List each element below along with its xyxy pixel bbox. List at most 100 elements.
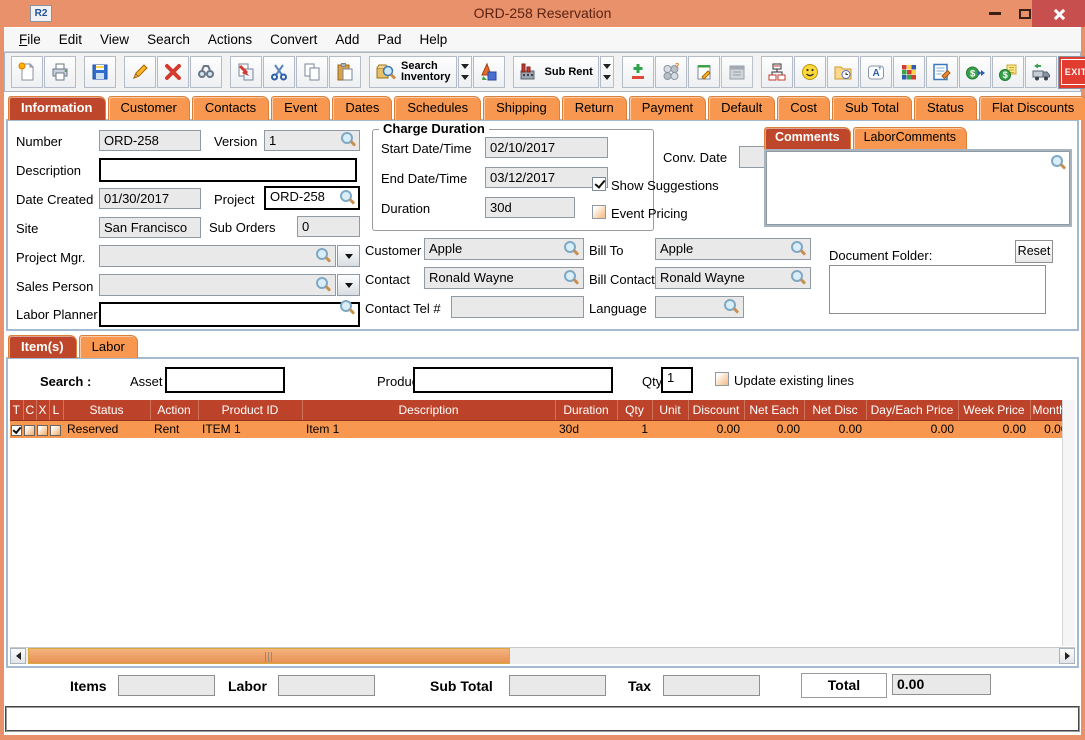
bill-contact-search-icon[interactable] <box>791 270 807 286</box>
menu-help[interactable]: Help <box>410 29 456 50</box>
menu-actions[interactable]: Actions <box>199 29 261 50</box>
transfer-button[interactable] <box>230 56 262 88</box>
duration-field[interactable]: 30d <box>485 197 575 218</box>
col-t[interactable]: T <box>10 400 23 420</box>
tab-labor[interactable]: Labor <box>79 335 138 358</box>
col-qty[interactable]: Qty <box>617 400 652 420</box>
product-input[interactable] <box>413 367 613 393</box>
version-search-icon[interactable] <box>341 132 357 148</box>
contact-field[interactable]: Ronald Wayne <box>424 267 584 289</box>
tab-return[interactable]: Return <box>562 96 627 120</box>
paste-button[interactable] <box>329 56 361 88</box>
sub-rent-dropdown[interactable] <box>600 56 614 88</box>
tab-sub-total[interactable]: Sub Total <box>832 96 912 120</box>
history-folder-button[interactable] <box>827 56 859 88</box>
send-invoice-button[interactable]: $ <box>959 56 991 88</box>
bill-to-search-icon[interactable] <box>791 241 807 257</box>
sales-person-search-icon[interactable] <box>316 277 332 293</box>
start-date-field[interactable]: 02/10/2017 <box>485 137 608 158</box>
col-unit[interactable]: Unit <box>652 400 688 420</box>
language-search-icon[interactable] <box>724 299 740 315</box>
search-inventory-dropdown[interactable] <box>458 56 472 88</box>
project-mgr-search-icon[interactable] <box>316 248 332 264</box>
tab-status[interactable]: Status <box>914 96 977 120</box>
tab-cost[interactable]: Cost <box>777 96 830 120</box>
col-product-id[interactable]: Product ID <box>198 400 302 420</box>
save-button[interactable] <box>84 56 116 88</box>
sales-person-field[interactable] <box>99 274 336 296</box>
labor-planner-field[interactable] <box>99 302 360 327</box>
col-duration[interactable]: Duration <box>555 400 617 420</box>
tab-comments[interactable]: Comments <box>764 127 851 149</box>
sales-person-dropdown[interactable] <box>337 274 360 296</box>
col-l[interactable]: L <box>49 400 63 420</box>
tab-information[interactable]: Information <box>8 96 106 120</box>
reset-button[interactable]: Reset <box>1015 240 1053 263</box>
comments-search-icon[interactable] <box>1051 155 1067 171</box>
col-description[interactable]: Description <box>302 400 555 420</box>
tab-event[interactable]: Event <box>271 96 330 120</box>
search-inventory-button[interactable]: SearchInventory <box>369 56 457 88</box>
tab-dates[interactable]: Dates <box>332 96 392 120</box>
scroll-left-button[interactable] <box>10 648 26 664</box>
shapes-button[interactable] <box>473 56 505 88</box>
find-button[interactable] <box>190 56 222 88</box>
calendar-button[interactable] <box>721 56 753 88</box>
customer-search-icon[interactable] <box>564 241 580 257</box>
number-field[interactable]: ORD-258 <box>99 130 201 151</box>
col-day-each-price[interactable]: Day/Each Price <box>866 400 958 420</box>
group-button[interactable]: ? <box>655 56 687 88</box>
update-existing-lines-checkbox[interactable] <box>715 372 729 386</box>
delete-button[interactable] <box>157 56 189 88</box>
tab-payment[interactable]: Payment <box>629 96 706 120</box>
cut-button[interactable] <box>263 56 295 88</box>
bill-contact-field[interactable]: Ronald Wayne <box>655 267 811 289</box>
col-week-price[interactable]: Week Price <box>958 400 1030 420</box>
col-net-disc[interactable]: Net Disc <box>804 400 866 420</box>
edit-button[interactable] <box>124 56 156 88</box>
tab-contacts[interactable]: Contacts <box>192 96 269 120</box>
shortcut-key-button[interactable]: A <box>860 56 892 88</box>
menu-pad[interactable]: Pad <box>368 29 410 50</box>
scrollbar-thumb[interactable] <box>28 648 510 664</box>
menu-add[interactable]: Add <box>326 29 368 50</box>
sub-orders-field[interactable]: 0 <box>297 216 360 237</box>
date-created-field[interactable]: 01/30/2017 <box>99 188 201 209</box>
row-t-checkbox[interactable] <box>11 425 22 436</box>
quote-button[interactable]: $ <box>992 56 1024 88</box>
title-bar[interactable]: R2 ORD-258 Reservation <box>0 0 1085 27</box>
tab-shipping[interactable]: Shipping <box>483 96 560 120</box>
notes-button[interactable] <box>688 56 720 88</box>
bill-to-field[interactable]: Apple <box>655 238 811 260</box>
vertical-scrollbar[interactable] <box>1062 400 1075 646</box>
edit-note-button[interactable] <box>926 56 958 88</box>
end-date-field[interactable]: 03/12/2017 <box>485 167 608 188</box>
close-button[interactable] <box>1032 0 1085 27</box>
menu-edit[interactable]: Edit <box>50 29 91 50</box>
inventory-cubes-button[interactable] <box>893 56 925 88</box>
description-field[interactable] <box>99 158 357 182</box>
row-x-checkbox[interactable] <box>37 425 48 436</box>
row-l-checkbox[interactable] <box>50 425 61 436</box>
col-c[interactable]: C <box>23 400 36 420</box>
project-mgr-field[interactable] <box>99 245 336 267</box>
new-order-button[interactable] <box>11 56 43 88</box>
tab-schedules[interactable]: Schedules <box>394 96 481 120</box>
minimize-button[interactable] <box>980 0 1010 27</box>
print-button[interactable] <box>44 56 76 88</box>
contact-tel-field[interactable] <box>451 296 584 318</box>
tab-flat-discounts[interactable]: Flat Discounts <box>979 96 1085 120</box>
tab-default[interactable]: Default <box>708 96 775 120</box>
contact-button[interactable] <box>794 56 826 88</box>
document-folder-box[interactable] <box>829 265 1046 314</box>
tab-labor-comments[interactable]: LaborComments <box>853 127 967 149</box>
site-field[interactable]: San Francisco <box>99 217 201 238</box>
menu-convert[interactable]: Convert <box>261 29 326 50</box>
scroll-right-button[interactable] <box>1059 648 1075 664</box>
col-status[interactable]: Status <box>63 400 150 420</box>
comments-textarea[interactable] <box>764 149 1072 227</box>
org-chart-button[interactable] <box>761 56 793 88</box>
event-pricing-checkbox[interactable] <box>592 205 606 219</box>
asset-input[interactable] <box>165 367 285 393</box>
col-net-each[interactable]: Net Each <box>744 400 804 420</box>
